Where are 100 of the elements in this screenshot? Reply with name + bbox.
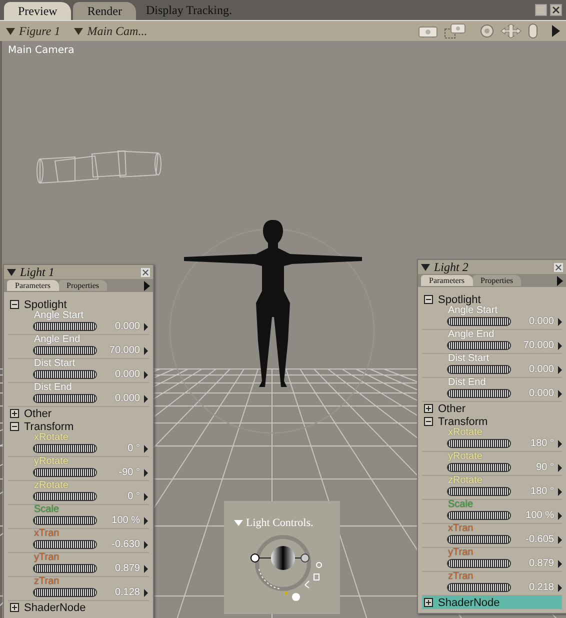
parameter-value[interactable]: 0.879 <box>514 558 554 569</box>
move-icon[interactable] <box>500 24 522 38</box>
parameter-dial[interactable] <box>448 318 510 325</box>
parameter-value[interactable]: 0 ° <box>100 443 140 454</box>
parameter-value[interactable]: 180 ° <box>514 438 554 449</box>
parameter-value[interactable]: 0.000 <box>100 369 140 380</box>
expand-toggle-icon[interactable] <box>424 404 433 413</box>
group-row[interactable]: Other <box>8 407 149 420</box>
play-icon[interactable] <box>144 540 148 548</box>
group-row[interactable]: Spotlight <box>422 293 562 306</box>
parameter-value[interactable]: -0.630 <box>100 539 140 550</box>
parameter-dial[interactable] <box>448 464 510 471</box>
play-icon[interactable] <box>558 584 562 592</box>
parameter-value[interactable]: 180 ° <box>514 486 554 497</box>
parameter-value[interactable]: 90 ° <box>514 462 554 473</box>
expand-toggle-icon[interactable] <box>424 295 433 304</box>
play-icon[interactable] <box>558 342 562 350</box>
group-row[interactable]: ShaderNode <box>422 596 562 609</box>
parameter-dial[interactable] <box>448 390 510 397</box>
play-icon[interactable] <box>552 25 560 37</box>
parameter-dial[interactable] <box>448 488 510 495</box>
play-icon[interactable] <box>144 588 148 596</box>
parameter-value[interactable]: 70.000 <box>100 345 140 356</box>
parameter-value[interactable]: 0 ° <box>100 491 140 502</box>
panel-tab[interactable]: Properties <box>472 275 521 286</box>
group-row[interactable]: Transform <box>8 420 149 433</box>
parameter-value[interactable]: 100 % <box>100 515 140 526</box>
parameter-dial[interactable] <box>448 584 510 591</box>
play-icon[interactable] <box>144 346 148 354</box>
close-icon[interactable] <box>554 262 563 272</box>
play-icon[interactable] <box>144 468 148 476</box>
parameter-dial[interactable] <box>34 395 96 402</box>
expand-toggle-icon[interactable] <box>10 300 19 309</box>
parameter-dial[interactable] <box>34 541 96 548</box>
parameter-dial[interactable] <box>448 512 510 519</box>
expand-toggle-icon[interactable] <box>424 598 433 607</box>
parameter-value[interactable]: 0.000 <box>514 388 554 399</box>
play-icon[interactable] <box>144 516 148 524</box>
parameter-dial[interactable] <box>448 536 510 543</box>
group-row[interactable]: Spotlight <box>8 298 149 311</box>
panel-tab[interactable]: Properties <box>58 280 107 291</box>
play-icon[interactable] <box>558 560 562 568</box>
parameter-dial[interactable] <box>448 440 510 447</box>
play-icon[interactable] <box>144 564 148 572</box>
play-icon[interactable] <box>558 464 562 472</box>
parameter-value[interactable]: -0.605 <box>514 534 554 545</box>
play-icon[interactable] <box>144 444 148 452</box>
close-icon[interactable] <box>141 268 150 276</box>
panel-tab[interactable]: Parameters <box>421 275 473 286</box>
parameter-dial[interactable] <box>34 347 96 354</box>
camera-menu[interactable]: Main Cam... <box>74 24 148 38</box>
parameter-dial[interactable] <box>34 323 96 330</box>
expand-toggle-icon[interactable] <box>424 417 433 426</box>
triangle-icon[interactable] <box>421 264 430 270</box>
parameter-value[interactable]: -90 ° <box>100 467 140 478</box>
camera-icon[interactable] <box>418 24 438 38</box>
play-icon[interactable] <box>558 318 562 326</box>
parameter-dial[interactable] <box>448 366 510 373</box>
parameter-dial[interactable] <box>34 517 96 524</box>
parameter-value[interactable]: 0.218 <box>514 582 554 593</box>
parameter-dial[interactable] <box>34 565 96 572</box>
play-icon[interactable] <box>144 492 148 500</box>
play-icon[interactable] <box>558 488 562 496</box>
parameter-value[interactable]: 0.000 <box>100 321 140 332</box>
play-icon[interactable] <box>144 322 148 330</box>
play-icon[interactable] <box>558 536 562 544</box>
play-icon[interactable] <box>144 280 150 290</box>
expand-toggle-icon[interactable] <box>10 603 19 612</box>
parameter-dial[interactable] <box>34 445 96 452</box>
parameter-dial[interactable] <box>34 371 96 378</box>
play-icon[interactable] <box>558 512 562 520</box>
panel-tab[interactable]: Parameters <box>7 280 59 291</box>
group-row[interactable]: Transform <box>422 415 562 428</box>
play-icon[interactable] <box>558 390 562 398</box>
play-icon[interactable] <box>557 276 563 286</box>
close-icon[interactable] <box>550 4 562 16</box>
play-icon[interactable] <box>558 366 562 374</box>
expand-toggle-icon[interactable] <box>10 409 19 418</box>
parameter-dial[interactable] <box>34 493 96 500</box>
parameter-dial[interactable] <box>448 342 510 349</box>
parameter-dial[interactable] <box>34 589 96 596</box>
parameter-value[interactable]: 70.000 <box>514 340 554 351</box>
play-icon[interactable] <box>144 370 148 378</box>
group-row[interactable]: ShaderNode <box>8 601 149 614</box>
view-tab[interactable]: Render <box>73 2 136 20</box>
parameter-value[interactable]: 0.879 <box>100 563 140 574</box>
figure-menu[interactable]: Figure 1 <box>6 24 60 38</box>
parameter-value[interactable]: 100 % <box>514 510 554 521</box>
expand-toggle-icon[interactable] <box>10 422 19 431</box>
sphere-icon[interactable] <box>480 24 494 38</box>
triangle-icon[interactable] <box>7 268 16 276</box>
camera-icon[interactable] <box>444 23 466 39</box>
parameter-value[interactable]: 0.128 <box>100 587 140 598</box>
parameter-dial[interactable] <box>448 560 510 567</box>
parameter-dial[interactable] <box>34 469 96 476</box>
play-icon[interactable] <box>144 394 148 402</box>
parameter-value[interactable]: 0.000 <box>100 393 140 404</box>
group-row[interactable]: Other <box>422 402 562 415</box>
parameter-value[interactable]: 0.000 <box>514 364 554 375</box>
view-tab[interactable]: Preview <box>4 2 72 20</box>
